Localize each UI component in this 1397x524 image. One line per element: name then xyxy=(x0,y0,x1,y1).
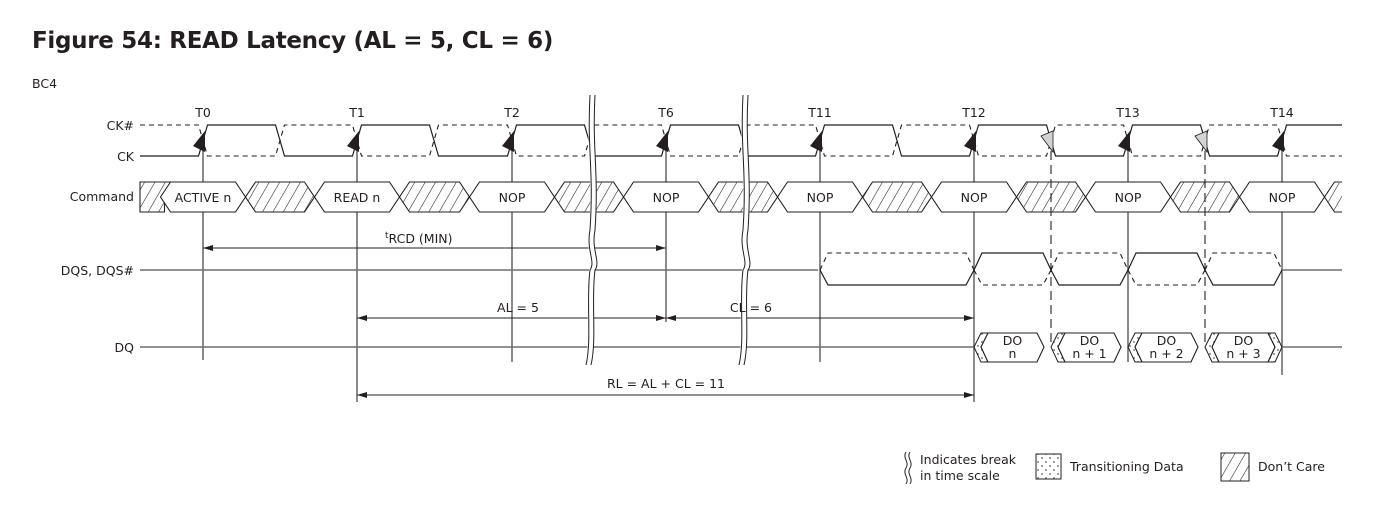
rising-edge-arrow-icon xyxy=(502,131,514,152)
command-label: NOP xyxy=(499,190,526,205)
dqs-waveform xyxy=(140,252,1342,286)
clock-tick-t14: T14 xyxy=(1269,105,1294,120)
dqs-preamble-n xyxy=(819,252,975,271)
dont-care-segment xyxy=(553,181,625,213)
legend-dont-care: Don’t Care xyxy=(1258,459,1325,474)
clock-tick-t2: T2 xyxy=(503,105,520,120)
ck-signal xyxy=(140,124,1342,157)
dont-care-swatch-icon xyxy=(1220,452,1250,482)
clock-tick-t11: T11 xyxy=(807,105,832,120)
rising-edge-arrow-icon xyxy=(656,131,668,152)
dqs-toggle-low xyxy=(1127,269,1206,286)
legend-break-line2: in time scale xyxy=(920,468,1000,483)
dont-care-segment xyxy=(861,181,933,213)
rising-edge-arrow-icon xyxy=(193,131,205,152)
dont-care-segment xyxy=(398,181,471,213)
command-label: NOP xyxy=(653,190,680,205)
clock-tick-t6: T6 xyxy=(657,105,674,120)
rising-edge-arrow-icon xyxy=(347,131,359,152)
clock-tick-t0: T0 xyxy=(194,105,211,120)
dqs-toggle-high xyxy=(1204,252,1283,271)
data-out-index: n + 1 xyxy=(1072,346,1106,361)
legend-transitioning-data: Transitioning Data xyxy=(1069,459,1184,474)
command-label: NOP xyxy=(1115,190,1142,205)
cl-label: CL = 6 xyxy=(730,300,772,315)
trcd-text: RCD (MIN) xyxy=(389,231,453,246)
command-bus: ACTIVE n READ n NOP NOP NOP NOP NOP NOP xyxy=(139,181,1342,213)
trcd-label: tRCD (MIN) xyxy=(385,231,453,246)
command-label: NOP xyxy=(807,190,834,205)
break-symbol-icon xyxy=(904,451,912,485)
dqs-toggle-low xyxy=(973,269,1052,286)
ck-n-signal xyxy=(140,124,1342,157)
dont-care-segment xyxy=(1169,181,1241,213)
clock-waveform xyxy=(140,124,1342,157)
data-out-index: n xyxy=(1009,346,1017,361)
signal-label-dqs: DQS, DQS# xyxy=(61,263,134,278)
rising-edge-arrow-icon xyxy=(810,131,822,152)
signal-label-command: Command xyxy=(70,189,134,204)
dqs-toggle-low xyxy=(1050,269,1129,286)
dqs-toggle-high xyxy=(1127,252,1206,271)
dqs-toggle-high xyxy=(1050,252,1129,271)
dqs-preamble xyxy=(819,269,975,286)
timing-diagram: BC4 CK# CK Command DQS, DQS# DQ T0 T1 T2 T6… xyxy=(32,76,1342,485)
al-label: AL = 5 xyxy=(497,300,539,315)
command-label: NOP xyxy=(961,190,988,205)
dqs-toggle-low xyxy=(1204,269,1283,286)
legend: Indicates break in time scale Transition… xyxy=(904,451,1325,485)
rising-edge-arrow-icon xyxy=(1118,131,1130,152)
clock-tick-t1: T1 xyxy=(348,105,365,120)
rising-edge-arrow-icon xyxy=(1272,131,1284,152)
signal-label-dq: DQ xyxy=(115,340,135,355)
clock-tick-t12: T12 xyxy=(961,105,986,120)
rising-edge-arrow-icon xyxy=(964,131,976,152)
command-label: ACTIVE n xyxy=(175,190,232,205)
legend-break-line1: Indicates break xyxy=(920,452,1017,467)
command-label: NOP xyxy=(1269,190,1296,205)
burst-mode-label: BC4 xyxy=(32,76,57,91)
falling-edge-arrow-icon xyxy=(1040,130,1054,154)
clock-tick-t13: T13 xyxy=(1115,105,1140,120)
dont-care-segment xyxy=(1328,183,1342,211)
data-out-index: n + 2 xyxy=(1149,346,1183,361)
dont-care-segment xyxy=(1015,181,1087,213)
command-label: READ n xyxy=(334,190,381,205)
signal-label-ck-n: CK# xyxy=(107,118,134,133)
falling-edge-arrow-icon xyxy=(1194,130,1208,154)
dqs-toggle-high xyxy=(973,252,1052,271)
data-out-index: n + 3 xyxy=(1226,346,1260,361)
transitioning-data-swatch-icon xyxy=(1035,453,1062,480)
dont-care-segment xyxy=(244,181,316,213)
rl-label: RL = AL + CL = 11 xyxy=(607,376,725,391)
signal-label-ck: CK xyxy=(117,149,135,164)
